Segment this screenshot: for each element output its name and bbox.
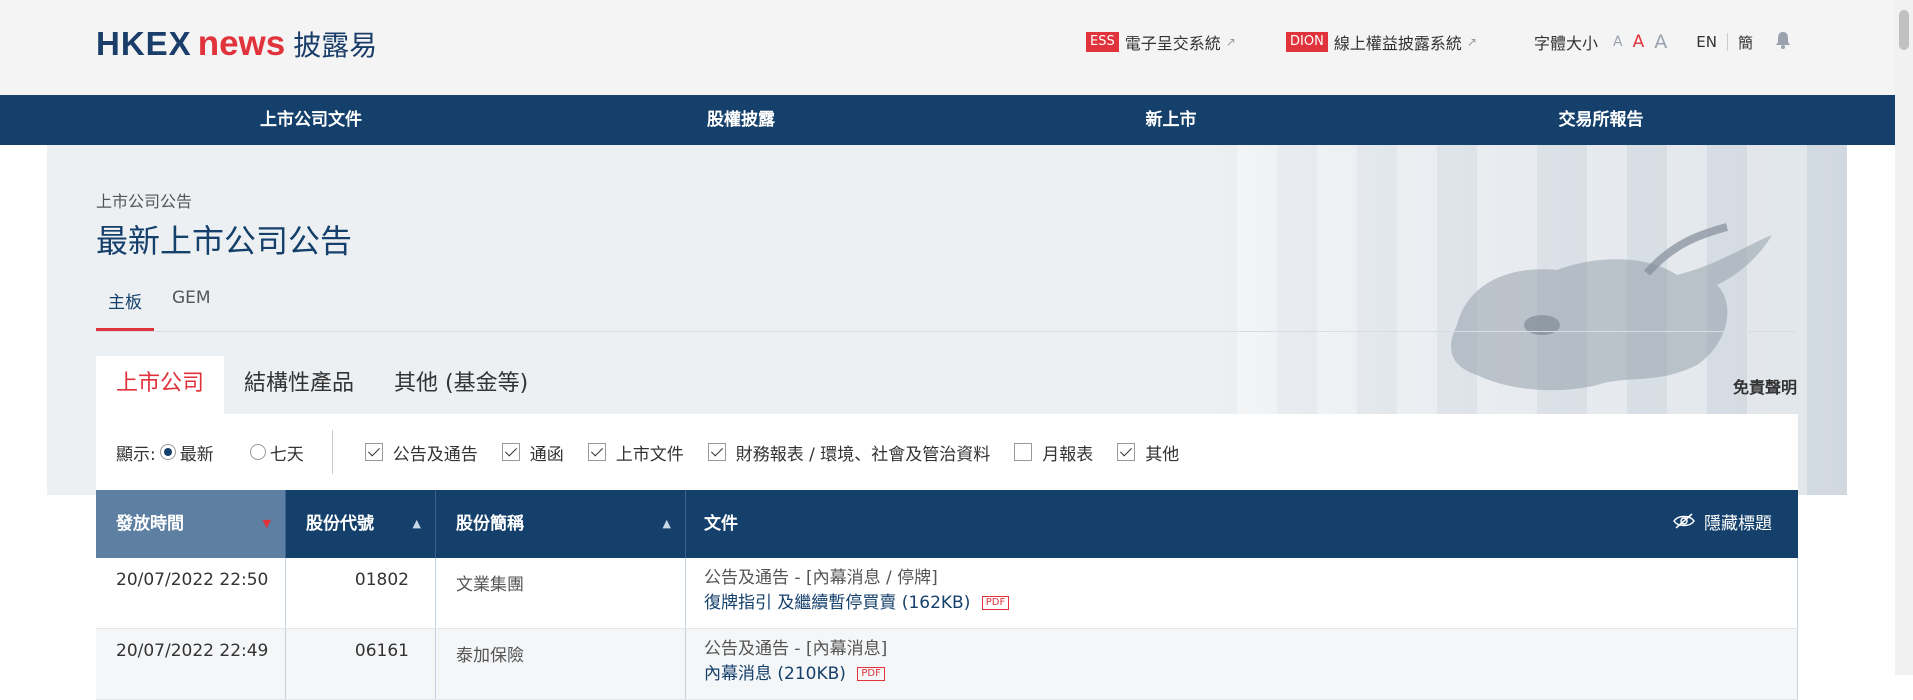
divider (1726, 33, 1728, 51)
dion-link[interactable]: DION 線上權益披露系統 ↗ (1286, 30, 1477, 54)
breadcrumb[interactable]: 上市公司公告 (96, 188, 192, 212)
column-header-release-time[interactable]: 發放時間 ▼ (96, 490, 286, 558)
external-link-icon: ↗ (1466, 35, 1477, 49)
checkbox-announcements[interactable]: 公告及通告 (364, 440, 478, 465)
document-category: 公告及通告 - [內幕消息 / 停牌] (704, 568, 938, 588)
radio-7days-dot[interactable] (249, 444, 266, 460)
scrollbar-thumb[interactable] (1899, 10, 1909, 50)
show-label: 顯示: (116, 444, 156, 465)
lang-sc-button[interactable]: 簡 (1738, 32, 1753, 53)
checkbox-others[interactable]: 其他 (1117, 440, 1179, 465)
cell-stock-name: 泰加保險 (436, 629, 686, 699)
font-medium-button[interactable]: A (1633, 32, 1645, 52)
font-size-controls: 字體大小 A A A EN 簡 (1534, 30, 1791, 54)
document-link[interactable]: 復牌指引 及繼續暫停買賣 (162KB) (704, 593, 970, 613)
ess-link[interactable]: ESS 電子呈交系統 ↗ (1086, 30, 1236, 54)
sort-desc-icon[interactable]: ▼ (263, 490, 271, 558)
tab-main-board[interactable]: 主板 (96, 284, 154, 332)
eye-slash-icon (1672, 490, 1696, 558)
document-category: 公告及通告 - [內幕消息] (704, 639, 888, 659)
cell-document: 公告及通告 - [內幕消息 / 停牌] 復牌指引 及繼續暫停買賣 (162KB)… (686, 558, 1798, 628)
tab-others-funds[interactable]: 其他 (基金等) (374, 356, 548, 414)
site-header: HKEX news 披露易 ESS 電子呈交系統 ↗ DION 線上權益披露系統… (0, 0, 1895, 95)
table-row: 20/07/2022 22:49 06161 泰加保險 公告及通告 - [內幕消… (96, 629, 1798, 700)
bull-statue-image (1451, 223, 1772, 391)
tab-listed-companies[interactable]: 上市公司 (96, 356, 225, 414)
nav-exchange-reports[interactable]: 交易所報告 (1386, 95, 1816, 145)
pdf-icon: PDF (857, 667, 885, 681)
dion-tag: DION (1286, 32, 1328, 52)
cell-release-time: 20/07/2022 22:49 (96, 629, 286, 699)
checkbox-financial-statements-box[interactable] (707, 443, 726, 461)
font-small-button[interactable]: A (1613, 34, 1623, 50)
checkbox-announcements-box[interactable] (364, 443, 383, 461)
table-header: 發放時間 ▼ 股份代號 ▲ 股份簡稱 ▲ 文件 隱藏標題 (96, 490, 1798, 558)
radio-7days-label: 七天 (269, 444, 304, 465)
cell-stock-name: 文業集團 (436, 558, 686, 628)
sort-asc-icon[interactable]: ▲ (663, 490, 671, 558)
column-header-stock-code[interactable]: 股份代號 ▲ (286, 490, 436, 558)
main-nav: 上市公司文件 股權披露 新上市 交易所報告 (0, 95, 1895, 145)
column-header-document: 文件 隱藏標題 (686, 490, 1798, 558)
nav-new-listings[interactable]: 新上市 (956, 95, 1386, 145)
vertical-scrollbar[interactable] (1895, 0, 1913, 675)
font-size-label: 字體大小 (1534, 34, 1599, 53)
cell-stock-code: 06161 (286, 629, 436, 699)
divider (96, 331, 1796, 332)
tab-gem[interactable]: GEM (160, 284, 223, 332)
hkexnews-logo[interactable]: HKEX news 披露易 (96, 24, 377, 64)
hide-titles-button[interactable]: 隱藏標題 (1672, 490, 1772, 558)
divider (331, 430, 333, 474)
checkbox-monthly-returns-label: 月報表 (1042, 444, 1094, 465)
cell-release-time: 20/07/2022 22:50 (96, 558, 286, 628)
checkbox-financial-statements-label: 財務報表 / 環境、社會及管治資料 (735, 444, 991, 465)
cell-document: 公告及通告 - [內幕消息] 內幕消息 (210KB) PDF (686, 629, 1798, 699)
checkbox-circulars-box[interactable] (501, 443, 520, 461)
radio-latest[interactable]: 最新 (159, 440, 214, 465)
logo-hkex-text: HKEX (96, 25, 192, 62)
external-link-icon: ↗ (1225, 35, 1236, 49)
column-header-label: 股份簡稱 (456, 514, 524, 534)
checkbox-announcements-label: 公告及通告 (392, 444, 478, 465)
radio-latest-dot[interactable] (159, 444, 176, 460)
checkbox-listing-documents-label: 上市文件 (615, 444, 684, 465)
cell-stock-code: 01802 (286, 558, 436, 628)
checkbox-monthly-returns[interactable]: 月報表 (1014, 440, 1093, 465)
column-header-label: 文件 (704, 514, 738, 534)
column-header-label: 股份代號 (306, 514, 374, 534)
nav-disclosure-of-interests[interactable]: 股權披露 (526, 95, 956, 145)
document-link[interactable]: 內幕消息 (210KB) (704, 664, 846, 684)
table-row: 20/07/2022 22:50 01802 文業集團 公告及通告 - [內幕消… (96, 558, 1798, 629)
checkbox-financial-statements[interactable]: 財務報表 / 環境、社會及管治資料 (707, 440, 991, 465)
pdf-icon: PDF (981, 596, 1010, 610)
checkbox-circulars-label: 通函 (529, 444, 564, 465)
lang-en-button[interactable]: EN (1696, 33, 1717, 51)
disclaimer-link[interactable]: 免責聲明 (1733, 374, 1797, 398)
filter-bar: 顯示: 最新 七天 公告及通告 通函 上市文件 財務報表 / 環境、社會及管治資… (96, 414, 1798, 490)
dion-label: 線上權益披露系統 (1333, 34, 1462, 53)
hide-titles-label: 隱藏標題 (1704, 514, 1772, 534)
page-title: 最新上市公司公告 (96, 222, 353, 260)
logo-cn-text: 披露易 (293, 29, 378, 62)
radio-latest-label: 最新 (179, 444, 214, 465)
ess-tag: ESS (1086, 32, 1119, 52)
checkbox-others-box[interactable] (1117, 443, 1136, 461)
column-header-label: 發放時間 (116, 514, 184, 534)
nav-listed-company-docs[interactable]: 上市公司文件 (96, 95, 526, 145)
checkbox-listing-documents-box[interactable] (587, 443, 606, 461)
checkbox-circulars[interactable]: 通函 (501, 440, 564, 465)
board-tabs: 主板 GEM (96, 284, 223, 332)
checkbox-monthly-returns-box[interactable] (1014, 443, 1033, 461)
tab-structured-products[interactable]: 結構性產品 (224, 356, 374, 414)
radio-7days[interactable]: 七天 (249, 440, 304, 465)
bell-icon[interactable] (1775, 31, 1791, 53)
font-large-button[interactable]: A (1654, 31, 1667, 53)
checkbox-listing-documents[interactable]: 上市文件 (587, 440, 684, 465)
ess-label: 電子呈交系統 (1124, 34, 1221, 53)
checkbox-others-label: 其他 (1145, 444, 1180, 465)
category-tabs: 上市公司 結構性產品 其他 (基金等) (96, 356, 548, 414)
logo-news-text: news (197, 24, 286, 63)
sort-asc-icon[interactable]: ▲ (413, 490, 421, 558)
column-header-stock-name[interactable]: 股份簡稱 ▲ (436, 490, 686, 558)
